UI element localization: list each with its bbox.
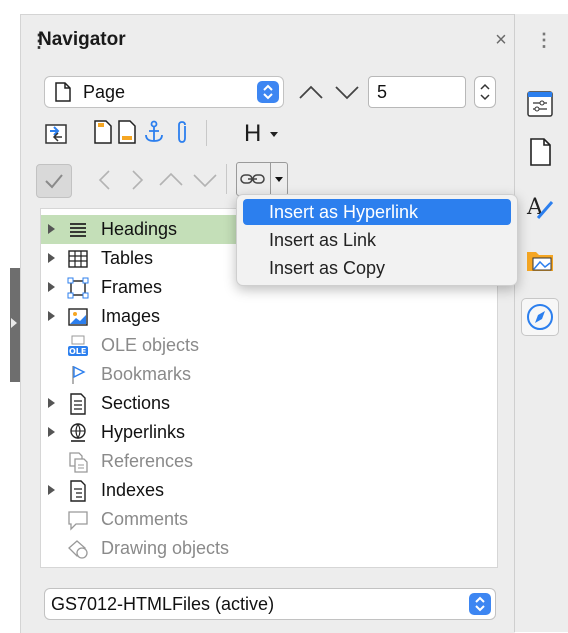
hyperlink-icon <box>67 422 89 444</box>
header-icon[interactable] <box>94 120 112 149</box>
gallery-deck-icon[interactable] <box>524 244 556 276</box>
menu-item-label: Insert as Copy <box>269 258 386 278</box>
previous-element-button[interactable] <box>296 79 326 110</box>
tree-item-label: Headings <box>101 219 178 239</box>
headings-icon <box>67 219 89 241</box>
expand-arrow-icon[interactable] <box>48 253 55 263</box>
tree-item-indexes[interactable]: Indexes <box>41 476 497 505</box>
close-button[interactable]: × <box>490 28 512 52</box>
index-icon <box>67 480 89 502</box>
tree-item-label: Bookmarks <box>101 364 192 384</box>
tree-item-sections[interactable]: Sections <box>41 389 497 418</box>
page-icon <box>55 82 71 107</box>
tree-item-label: OLE objects <box>101 335 200 355</box>
next-element-button[interactable] <box>332 79 362 110</box>
image-icon <box>67 306 89 328</box>
toolbar-separator <box>226 164 227 194</box>
tree-item-label: Hyperlinks <box>101 422 186 442</box>
select-arrows-icon <box>469 593 491 615</box>
navigator-deck-button[interactable] <box>521 298 559 336</box>
menu-item-label: Insert as Hyperlink <box>269 202 419 222</box>
sidebar-menu-icon[interactable]: ⋮ <box>534 28 554 54</box>
select-arrows-icon <box>257 81 279 103</box>
demote-level-icon[interactable] <box>190 166 220 199</box>
content-navigation-view-button[interactable] <box>36 164 72 198</box>
ole-icon: OLE <box>67 335 89 357</box>
document-select[interactable]: GS7012-HTMLFiles (active) <box>44 588 496 620</box>
tree-item-label: Sections <box>101 393 171 413</box>
navigate-by-value: Page <box>83 82 126 102</box>
drawing-icon <box>67 538 89 560</box>
expand-arrow-icon[interactable] <box>48 224 55 234</box>
menu-item-insert-as-hyperlink[interactable]: Insert as Hyperlink <box>243 199 511 225</box>
tree-item-label: Images <box>101 306 161 326</box>
styles-deck-icon[interactable]: A <box>524 190 556 222</box>
collapse-arrow-icon <box>11 318 17 328</box>
tree-item-label: Frames <box>101 277 163 297</box>
tree-item-ole-objects[interactable]: OLE OLE objects <box>41 331 497 360</box>
chevron-down-icon[interactable] <box>270 132 278 137</box>
expand-arrow-icon[interactable] <box>48 311 55 321</box>
demote-chapter-icon[interactable] <box>124 166 150 199</box>
document-select-value: GS7012-HTMLFiles (active) <box>51 594 275 614</box>
tree-item-bookmarks[interactable]: Bookmarks <box>41 360 497 389</box>
page-number-input[interactable]: 5 <box>368 76 466 108</box>
promote-chapter-icon[interactable] <box>92 166 118 199</box>
properties-deck-icon[interactable] <box>524 88 556 120</box>
navigate-by-select[interactable]: Page <box>44 76 284 108</box>
menu-item-label: Insert as Link <box>269 230 377 250</box>
tree-item-comments[interactable]: Comments <box>41 505 497 534</box>
toolbar-separator <box>270 162 271 196</box>
drag-mode-menu: Insert as Hyperlink Insert as Link Insert … <box>236 194 518 286</box>
expand-arrow-icon[interactable] <box>48 485 55 495</box>
chevron-down-icon[interactable] <box>275 177 283 182</box>
footer-icon[interactable] <box>118 120 136 149</box>
paperclip-icon[interactable] <box>174 120 190 149</box>
promote-level-icon[interactable] <box>156 166 186 199</box>
bookmark-icon <box>67 364 89 386</box>
section-icon <box>67 393 89 415</box>
reference-icon <box>67 451 89 473</box>
expand-arrow-icon[interactable] <box>48 282 55 292</box>
table-icon <box>67 248 89 270</box>
anchor-icon[interactable] <box>142 120 166 149</box>
tree-item-label: Tables <box>101 248 154 268</box>
tree-item-hyperlinks[interactable]: Hyperlinks <box>41 418 497 447</box>
drag-grip-icon[interactable]: ⋮ <box>30 30 48 52</box>
frame-icon <box>67 277 89 299</box>
tree-item-label: Indexes <box>101 480 165 500</box>
tree-item-label: Comments <box>101 509 189 529</box>
svg-text:OLE: OLE <box>69 347 86 356</box>
page-number-stepper[interactable] <box>474 76 496 108</box>
tree-item-label: Drawing objects <box>101 538 230 558</box>
expand-arrow-icon[interactable] <box>48 427 55 437</box>
menu-item-insert-as-copy[interactable]: Insert as Copy <box>243 255 511 281</box>
toolbar-separator <box>206 120 207 146</box>
panel-title: Navigator <box>38 29 126 50</box>
toggle-content-icon[interactable] <box>44 122 68 151</box>
page-deck-icon[interactable] <box>524 136 556 168</box>
tree-item-label: References <box>101 451 194 471</box>
menu-item-insert-as-link[interactable]: Insert as Link <box>243 227 511 253</box>
tree-item-images[interactable]: Images <box>41 302 497 331</box>
tree-item-references[interactable]: References <box>41 447 497 476</box>
heading-level-button[interactable]: H <box>244 120 261 148</box>
tree-item-drawing-objects[interactable]: Drawing objects <box>41 534 497 563</box>
expand-arrow-icon[interactable] <box>48 398 55 408</box>
comment-icon <box>67 509 89 531</box>
